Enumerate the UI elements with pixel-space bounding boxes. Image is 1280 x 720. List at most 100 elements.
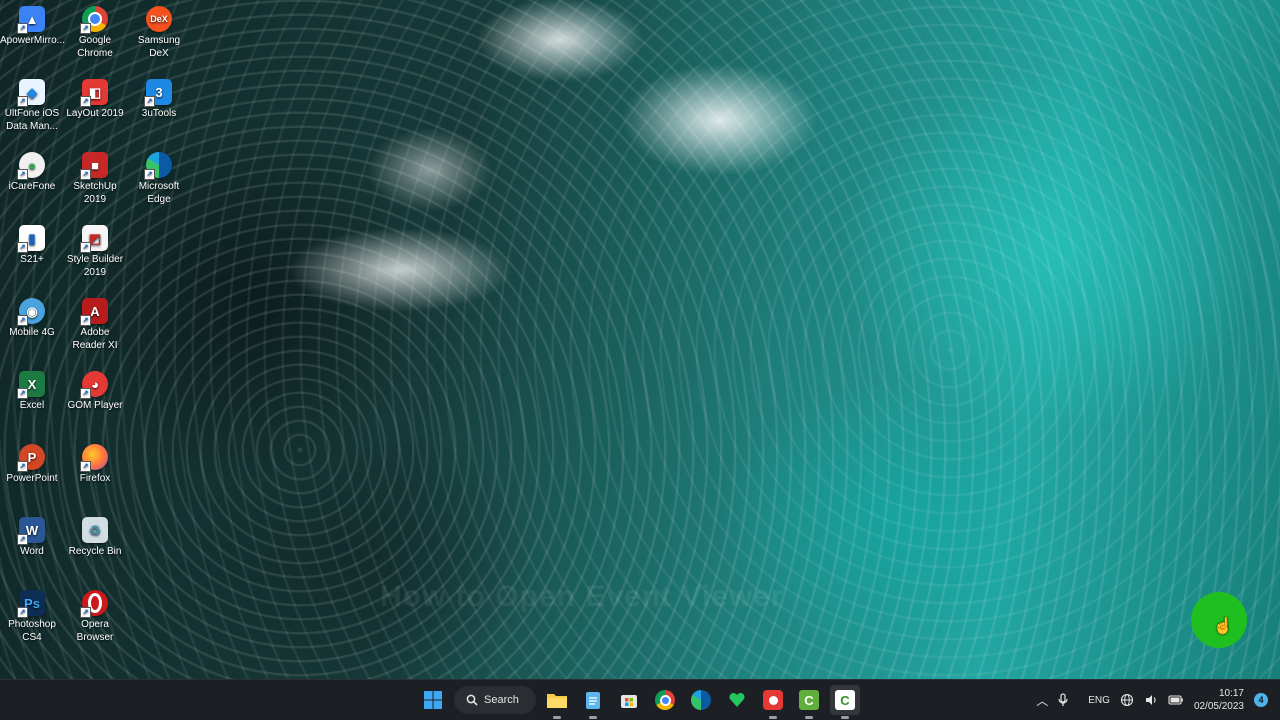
desktop-icon-icarefone[interactable]: ● ↗ iCareFone xyxy=(0,146,64,193)
desktop-icon-label: Mobile 4G xyxy=(9,327,55,338)
globe-network-icon[interactable] xyxy=(1120,693,1134,707)
desktop-icon-label: Excel xyxy=(19,400,45,411)
gom-player-icon: ◕ ↗ xyxy=(80,371,108,399)
taskbar-camtasia-recorder[interactable]: C xyxy=(830,685,860,719)
system-tray: ︿ ENG 10:17 02/05/2023 4 xyxy=(1036,680,1280,720)
chrome-icon xyxy=(655,690,675,710)
chrome-icon: ↗ xyxy=(80,6,108,34)
icarefone-icon: ● ↗ xyxy=(17,152,45,180)
desktop-icon-label: Microsoft Edge xyxy=(138,181,180,205)
search-icon xyxy=(466,694,478,706)
desktop-icon-label: Adobe Reader XI xyxy=(72,327,118,351)
taskbar-camtasia[interactable]: C xyxy=(794,685,824,719)
camtasia-recorder-icon: C xyxy=(835,690,855,710)
taskbar-clock[interactable]: 10:17 02/05/2023 xyxy=(1194,687,1244,713)
recycle-bin-icon: ♻ xyxy=(82,517,108,543)
apowermirror-icon: ▲ ↗ xyxy=(17,6,45,34)
edge-icon xyxy=(691,690,711,710)
desktop-icon-label: S21+ xyxy=(20,254,44,265)
desktop-icon-word[interactable]: W ↗ Word xyxy=(0,511,64,558)
sketchup-icon: ■ ↗ xyxy=(80,152,108,180)
recorder-icon xyxy=(763,690,783,710)
desktop-icon-3utools[interactable]: 3 ↗ 3uTools xyxy=(127,73,191,120)
video-watermark: How to Open Event Viewer xyxy=(380,580,784,613)
clock-time: 10:17 xyxy=(1218,688,1244,699)
taskbar-screen-recorder[interactable] xyxy=(758,685,788,719)
ultfone-icon: ◆ ↗ xyxy=(17,79,45,107)
desktop-icon-label: Recycle Bin xyxy=(68,546,122,557)
desktop-icon-gom-player[interactable]: ◕ ↗ GOM Player xyxy=(63,365,127,412)
s21-icon: ▮ ↗ xyxy=(17,225,45,253)
desktop-icon-label: PowerPoint xyxy=(6,473,58,484)
folder-icon xyxy=(547,694,567,708)
desktop-icon-label: 3uTools xyxy=(141,108,177,119)
desktop-icon-recycle-bin[interactable]: ♻ Recycle Bin xyxy=(63,511,127,558)
start-button[interactable] xyxy=(418,685,448,715)
desktop-icon-sketchup[interactable]: ■ ↗ SketchUp 2019 xyxy=(63,146,127,206)
desktop-icon-layout[interactable]: ◧ ↗ LayOut 2019 xyxy=(63,73,127,120)
photoshop-icon: Ps ↗ xyxy=(17,590,45,618)
desktop-icon-label: Word xyxy=(20,546,44,557)
desktop-icon-adobe-reader[interactable]: A ↗ Adobe Reader XI xyxy=(63,292,127,352)
style-builder-icon: ◩ ↗ xyxy=(80,225,108,253)
layout-icon: ◧ ↗ xyxy=(80,79,108,107)
desktop-icon-label: ApowerMirro... xyxy=(0,35,66,46)
samsung-dex-icon: DeX xyxy=(146,6,172,32)
3utools-icon: 3 ↗ xyxy=(144,79,172,107)
taskbar-microsoft-store[interactable] xyxy=(614,685,644,715)
desktop-icon-label: GOM Player xyxy=(67,400,123,411)
desktop-icon-apowermirror[interactable]: ▲ ↗ ApowerMirro... xyxy=(0,0,66,47)
word-icon: W ↗ xyxy=(17,517,45,545)
powerpoint-icon: P ↗ xyxy=(17,444,45,472)
desktop-icon-ultfone[interactable]: ◆ ↗ UltFone iOS Data Man... xyxy=(0,73,64,133)
excel-icon: X ↗ xyxy=(17,371,45,399)
desktop-icon-label: UltFone iOS Data Man... xyxy=(4,108,60,132)
taskbar-apps: Search C C xyxy=(418,680,860,720)
language-indicator[interactable]: ENG xyxy=(1088,695,1110,706)
desktop-icon-label: LayOut 2019 xyxy=(66,108,124,119)
adobe-reader-icon: A ↗ xyxy=(80,298,108,326)
desktop-icon-label: Google Chrome xyxy=(77,35,113,59)
desktop-icon-label: Samsung DeX xyxy=(137,35,181,59)
microphone-icon[interactable] xyxy=(1058,693,1068,707)
desktop-icon-s21[interactable]: ▮ ↗ S21+ xyxy=(0,219,64,266)
taskbar-edge[interactable] xyxy=(686,685,716,715)
battery-icon[interactable] xyxy=(1168,694,1184,706)
camtasia-icon: C xyxy=(799,690,819,710)
green-heart-icon xyxy=(729,692,745,707)
desktop-icon-label: Opera Browser xyxy=(76,619,114,643)
desktop-icon-powerpoint[interactable]: P ↗ PowerPoint xyxy=(0,438,64,485)
edge-icon: ↗ xyxy=(144,152,172,180)
desktop-icon-mobile-4g[interactable]: ◉ ↗ Mobile 4G xyxy=(0,292,64,339)
firefox-icon: ↗ xyxy=(80,444,108,472)
desktop-icon-photoshop[interactable]: Ps ↗ Photoshop CS4 xyxy=(0,584,64,644)
notepad-icon xyxy=(586,692,600,709)
desktop-icon-style-builder[interactable]: ◩ ↗ Style Builder 2019 xyxy=(63,219,127,279)
desktop-icon-label: iCareFone xyxy=(8,181,56,192)
notification-badge[interactable]: 4 xyxy=(1254,693,1268,707)
desktop-icon-chrome[interactable]: ↗ Google Chrome xyxy=(63,0,127,60)
taskbar-notepad[interactable] xyxy=(578,685,608,719)
desktop-icon-samsung-dex[interactable]: DeX Samsung DeX xyxy=(127,0,191,60)
taskbar-file-explorer[interactable] xyxy=(542,685,572,719)
desktop-icon-opera[interactable]: ↗ Opera Browser xyxy=(63,584,127,644)
search-label: Search xyxy=(484,694,519,706)
taskbar: Search C C ︿ ENG 10:17 02/05/2023 4 xyxy=(0,679,1280,720)
desktop-icon-firefox[interactable]: ↗ Firefox xyxy=(63,438,127,485)
desktop-icon-label: Firefox xyxy=(79,473,111,484)
mobile-4g-icon: ◉ ↗ xyxy=(17,298,45,326)
clock-date: 02/05/2023 xyxy=(1193,701,1244,712)
hand-cursor-icon: ☝ xyxy=(1213,618,1233,635)
desktop-icon-excel[interactable]: X ↗ Excel xyxy=(0,365,64,412)
desktop-icon-label: Style Builder 2019 xyxy=(66,254,124,278)
store-icon xyxy=(621,695,637,708)
desktop-icon-edge[interactable]: ↗ Microsoft Edge xyxy=(127,146,191,206)
opera-icon: ↗ xyxy=(80,590,108,618)
taskbar-app-green[interactable] xyxy=(722,685,752,715)
desktop-icon-label: Photoshop CS4 xyxy=(8,619,56,643)
desktop-icon-label: SketchUp 2019 xyxy=(73,181,117,205)
chevron-up-icon[interactable]: ︿ xyxy=(1036,692,1048,709)
volume-icon[interactable] xyxy=(1144,693,1158,707)
taskbar-search-button[interactable]: Search xyxy=(454,686,536,714)
taskbar-chrome[interactable] xyxy=(650,685,680,715)
